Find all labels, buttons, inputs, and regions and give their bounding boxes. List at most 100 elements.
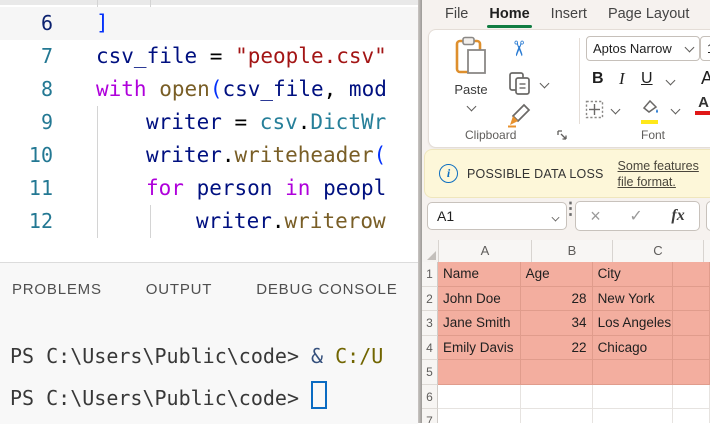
code-editor[interactable]: 6] 7 csv_file = "people.csv" 8 with open(csv…: [0, 0, 418, 262]
editor-top-strip: [0, 0, 418, 5]
row-header-6[interactable]: 6: [422, 384, 438, 409]
column-header-C[interactable]: C: [613, 240, 704, 262]
clipboard-dialog-launcher-icon[interactable]: [557, 130, 568, 141]
fill-color-chevron-icon[interactable]: [670, 104, 681, 115]
token: "people.csv": [235, 44, 387, 68]
cell-C6[interactable]: [592, 384, 674, 409]
confirm-entry-icon[interactable]: ✓: [629, 206, 642, 226]
column-header-B[interactable]: B: [532, 240, 613, 262]
cell-A5[interactable]: [438, 360, 521, 385]
token: mod: [348, 77, 387, 101]
line-number: 8: [40, 77, 53, 101]
cell-B1[interactable]: Age: [520, 262, 593, 287]
column-header-D[interactable]: [704, 240, 710, 262]
borders-icon[interactable]: [585, 100, 604, 119]
token: for: [146, 176, 184, 200]
ribbon-tab-page-layout[interactable]: Page Layout: [606, 2, 691, 26]
cell-C4[interactable]: Chicago: [592, 335, 674, 360]
formula-input[interactable]: Name: [706, 201, 710, 231]
clipboard-group-label: Clipboard: [465, 128, 517, 142]
cell-B2[interactable]: 28: [520, 286, 593, 311]
cell-A2[interactable]: John Doe: [438, 286, 521, 311]
cell-D4[interactable]: [673, 335, 710, 360]
tab-output[interactable]: OUTPUT: [146, 281, 212, 298]
cell-D6[interactable]: [673, 384, 710, 409]
cell-A1[interactable]: Name: [438, 262, 521, 287]
cell-B6[interactable]: [520, 384, 593, 409]
copy-icon[interactable]: [507, 70, 533, 96]
ribbon-tab-home[interactable]: Home: [487, 2, 532, 28]
cell-C3[interactable]: Los Angeles: [592, 311, 674, 336]
cell-C5[interactable]: [592, 360, 674, 385]
copy-chevron-icon[interactable]: [539, 78, 550, 89]
terminal[interactable]: PS C:\Users\Public\code> & C:/U PS C:\Use…: [10, 335, 418, 419]
cell-A7[interactable]: [438, 409, 521, 423]
code-line-11[interactable]: 11 for person in peopl: [0, 172, 418, 205]
cell-B5[interactable]: [520, 360, 593, 385]
token: peopl: [323, 176, 387, 200]
cell-C2[interactable]: New York: [592, 286, 674, 311]
row-header-2[interactable]: 2: [422, 286, 438, 311]
cell-D1[interactable]: [673, 262, 710, 287]
code-line-7[interactable]: 7 csv_file = "people.csv": [0, 40, 418, 73]
cell-B4[interactable]: 22: [520, 335, 593, 360]
cell-D7[interactable]: [673, 409, 710, 423]
column-header-A[interactable]: A: [439, 240, 532, 262]
row-header-1[interactable]: 1: [422, 262, 438, 287]
fill-color-button[interactable]: [641, 99, 660, 124]
row-header-5[interactable]: 5: [422, 360, 438, 385]
cell-B3[interactable]: 34: [520, 311, 593, 336]
code-line-10[interactable]: 10 writer.writeheader(: [0, 139, 418, 172]
paste-chevron-icon[interactable]: [466, 101, 476, 112]
tab-problems[interactable]: PROBLEMS: [12, 281, 102, 298]
name-box-chevron-icon: [551, 213, 560, 222]
font-color-button[interactable]: A: [695, 95, 710, 115]
font-color-bar: [695, 111, 710, 115]
code-line-12[interactable]: 12 writer.writerow: [0, 205, 418, 238]
cell-A4[interactable]: Emily Davis: [438, 335, 521, 360]
cancel-entry-icon[interactable]: ×: [590, 206, 601, 227]
increase-font-size-button[interactable]: A: [701, 68, 710, 89]
fill-color-bar: [641, 120, 658, 124]
warning-link[interactable]: Some features file format.: [618, 158, 699, 190]
name-box[interactable]: A1: [427, 202, 567, 230]
cell-B7[interactable]: [520, 409, 593, 423]
code-line-9[interactable]: 9 writer = csv.DictWr: [0, 106, 418, 139]
sheet-row-2: 2 John Doe 28 New York: [422, 286, 710, 311]
cell-A6[interactable]: [438, 384, 521, 409]
insert-function-icon[interactable]: fx: [671, 207, 684, 225]
code-text: for person in peopl: [96, 172, 386, 205]
ribbon: Paste ✂ Clipboard Aptos Narrow 11: [428, 29, 710, 148]
italic-button[interactable]: I: [619, 69, 625, 89]
cell-D5[interactable]: [673, 360, 710, 385]
font-name-combo[interactable]: Aptos Narrow: [586, 36, 700, 61]
terminal-cursor[interactable]: [311, 381, 328, 409]
cell-C1[interactable]: City: [592, 262, 674, 287]
underline-button[interactable]: U: [641, 70, 653, 88]
ribbon-tab-home-label: Home: [489, 6, 530, 22]
ribbon-tab-insert[interactable]: Insert: [549, 2, 589, 26]
select-all-button[interactable]: [422, 240, 439, 262]
bold-button[interactable]: B: [592, 70, 604, 88]
token: (: [373, 143, 387, 167]
cell-D3[interactable]: [673, 311, 710, 336]
cell-D2[interactable]: [673, 286, 710, 311]
row-header-3[interactable]: 3: [422, 311, 438, 336]
row-header-7[interactable]: 7: [422, 409, 438, 423]
underline-chevron-icon[interactable]: [665, 75, 676, 86]
line-number: 10: [28, 143, 53, 167]
cut-scissors-icon[interactable]: ✂: [505, 40, 530, 58]
ribbon-tab-file[interactable]: File: [443, 2, 470, 26]
format-painter-icon[interactable]: [503, 100, 533, 128]
tab-debug-console[interactable]: DEBUG CONSOLE: [256, 281, 397, 298]
token: =: [221, 110, 260, 134]
font-size-combo[interactable]: 11: [700, 36, 710, 61]
row-header-4[interactable]: 4: [422, 335, 438, 360]
cell-A3[interactable]: Jane Smith: [438, 311, 521, 336]
borders-chevron-icon[interactable]: [610, 104, 621, 115]
sheet-row-6: 6: [422, 384, 710, 409]
paste-button[interactable]: Paste: [447, 36, 495, 115]
cell-C7[interactable]: [592, 409, 674, 423]
code-line-6[interactable]: 6]: [0, 7, 418, 40]
code-line-8[interactable]: 8 with open(csv_file, mod: [0, 73, 418, 106]
